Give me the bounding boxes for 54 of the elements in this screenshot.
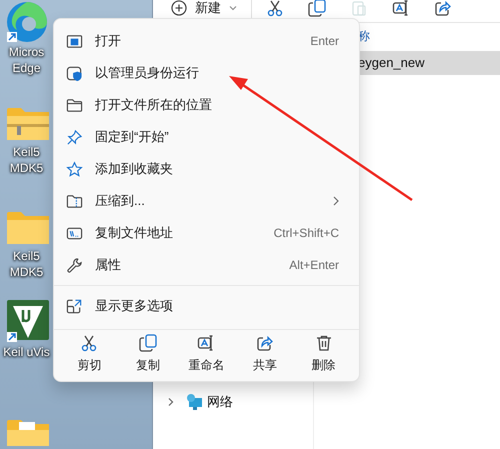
icon-label: Keil5 bbox=[13, 144, 40, 160]
icon-label: Keil5 bbox=[13, 248, 40, 264]
share-icon bbox=[256, 334, 274, 352]
path-icon bbox=[66, 224, 83, 242]
file-row[interactable]: eygen_new bbox=[358, 51, 500, 75]
shortcut-text: Ctrl+Shift+C bbox=[274, 225, 340, 242]
menu-item[interactable]: 打开 Enter bbox=[60, 25, 353, 57]
shield-icon bbox=[66, 64, 83, 82]
icon-label: MDK5 bbox=[10, 264, 44, 280]
nav-item[interactable]: 网络 bbox=[207, 392, 233, 412]
action-button[interactable]: 重命名 bbox=[180, 334, 232, 374]
star-icon bbox=[66, 160, 83, 178]
archive-folder-icon bbox=[66, 192, 83, 210]
icon-label: MDK5 bbox=[10, 160, 44, 176]
icon-label: Edge bbox=[12, 60, 41, 76]
trash-icon bbox=[314, 334, 333, 352]
action-button[interactable]: 共享 bbox=[239, 334, 292, 374]
toolbar-button[interactable] bbox=[392, 0, 410, 16]
wrench-icon bbox=[66, 256, 83, 274]
action-button[interactable]: 删除 bbox=[298, 334, 350, 374]
icon-label: Micros bbox=[8, 44, 44, 60]
chevron-right-icon[interactable] bbox=[167, 397, 175, 407]
network-icon bbox=[185, 393, 203, 411]
shortcut-text: Enter bbox=[310, 33, 340, 50]
menu-item[interactable]: 属性 Alt+Enter bbox=[60, 249, 353, 281]
menu-item[interactable]: 以管理员身份运行 bbox=[60, 57, 353, 89]
rename-icon bbox=[392, 0, 410, 16]
rename-icon bbox=[197, 334, 216, 352]
menu-item[interactable]: 复制文件地址 Ctrl+Shift+C bbox=[60, 217, 353, 249]
folder-icon bbox=[66, 96, 83, 114]
menu-item[interactable]: 压缩到... bbox=[60, 185, 353, 217]
chevron-right-icon bbox=[333, 196, 339, 206]
clipboard-icon bbox=[350, 0, 368, 16]
copy-icon bbox=[138, 334, 157, 352]
menu-item[interactable]: 显示更多选项 bbox=[60, 290, 353, 322]
copy-icon bbox=[308, 0, 326, 16]
external-icon bbox=[66, 298, 83, 314]
pin-icon bbox=[66, 128, 83, 146]
toolbar-button[interactable] bbox=[308, 0, 326, 16]
action-button[interactable]: 复制 bbox=[122, 334, 174, 374]
plus-icon bbox=[171, 0, 187, 16]
toolbar-button[interactable] bbox=[266, 0, 284, 16]
window-icon bbox=[66, 32, 83, 50]
action-button[interactable]: 剪切 bbox=[63, 334, 116, 374]
menu-item[interactable]: 固定到“开始” bbox=[60, 121, 353, 153]
cut-icon bbox=[80, 334, 98, 352]
cut-icon bbox=[266, 0, 284, 16]
menu-item[interactable]: 添加到收藏夹 bbox=[60, 153, 353, 185]
share-icon bbox=[434, 0, 452, 16]
toolbar-button[interactable] bbox=[434, 0, 452, 16]
menu-item[interactable]: 打开文件所在的位置 bbox=[60, 89, 353, 121]
caret-icon bbox=[229, 4, 237, 10]
icon-label: Keil uVis bbox=[3, 344, 50, 360]
shortcut-text: Alt+Enter bbox=[289, 257, 340, 274]
